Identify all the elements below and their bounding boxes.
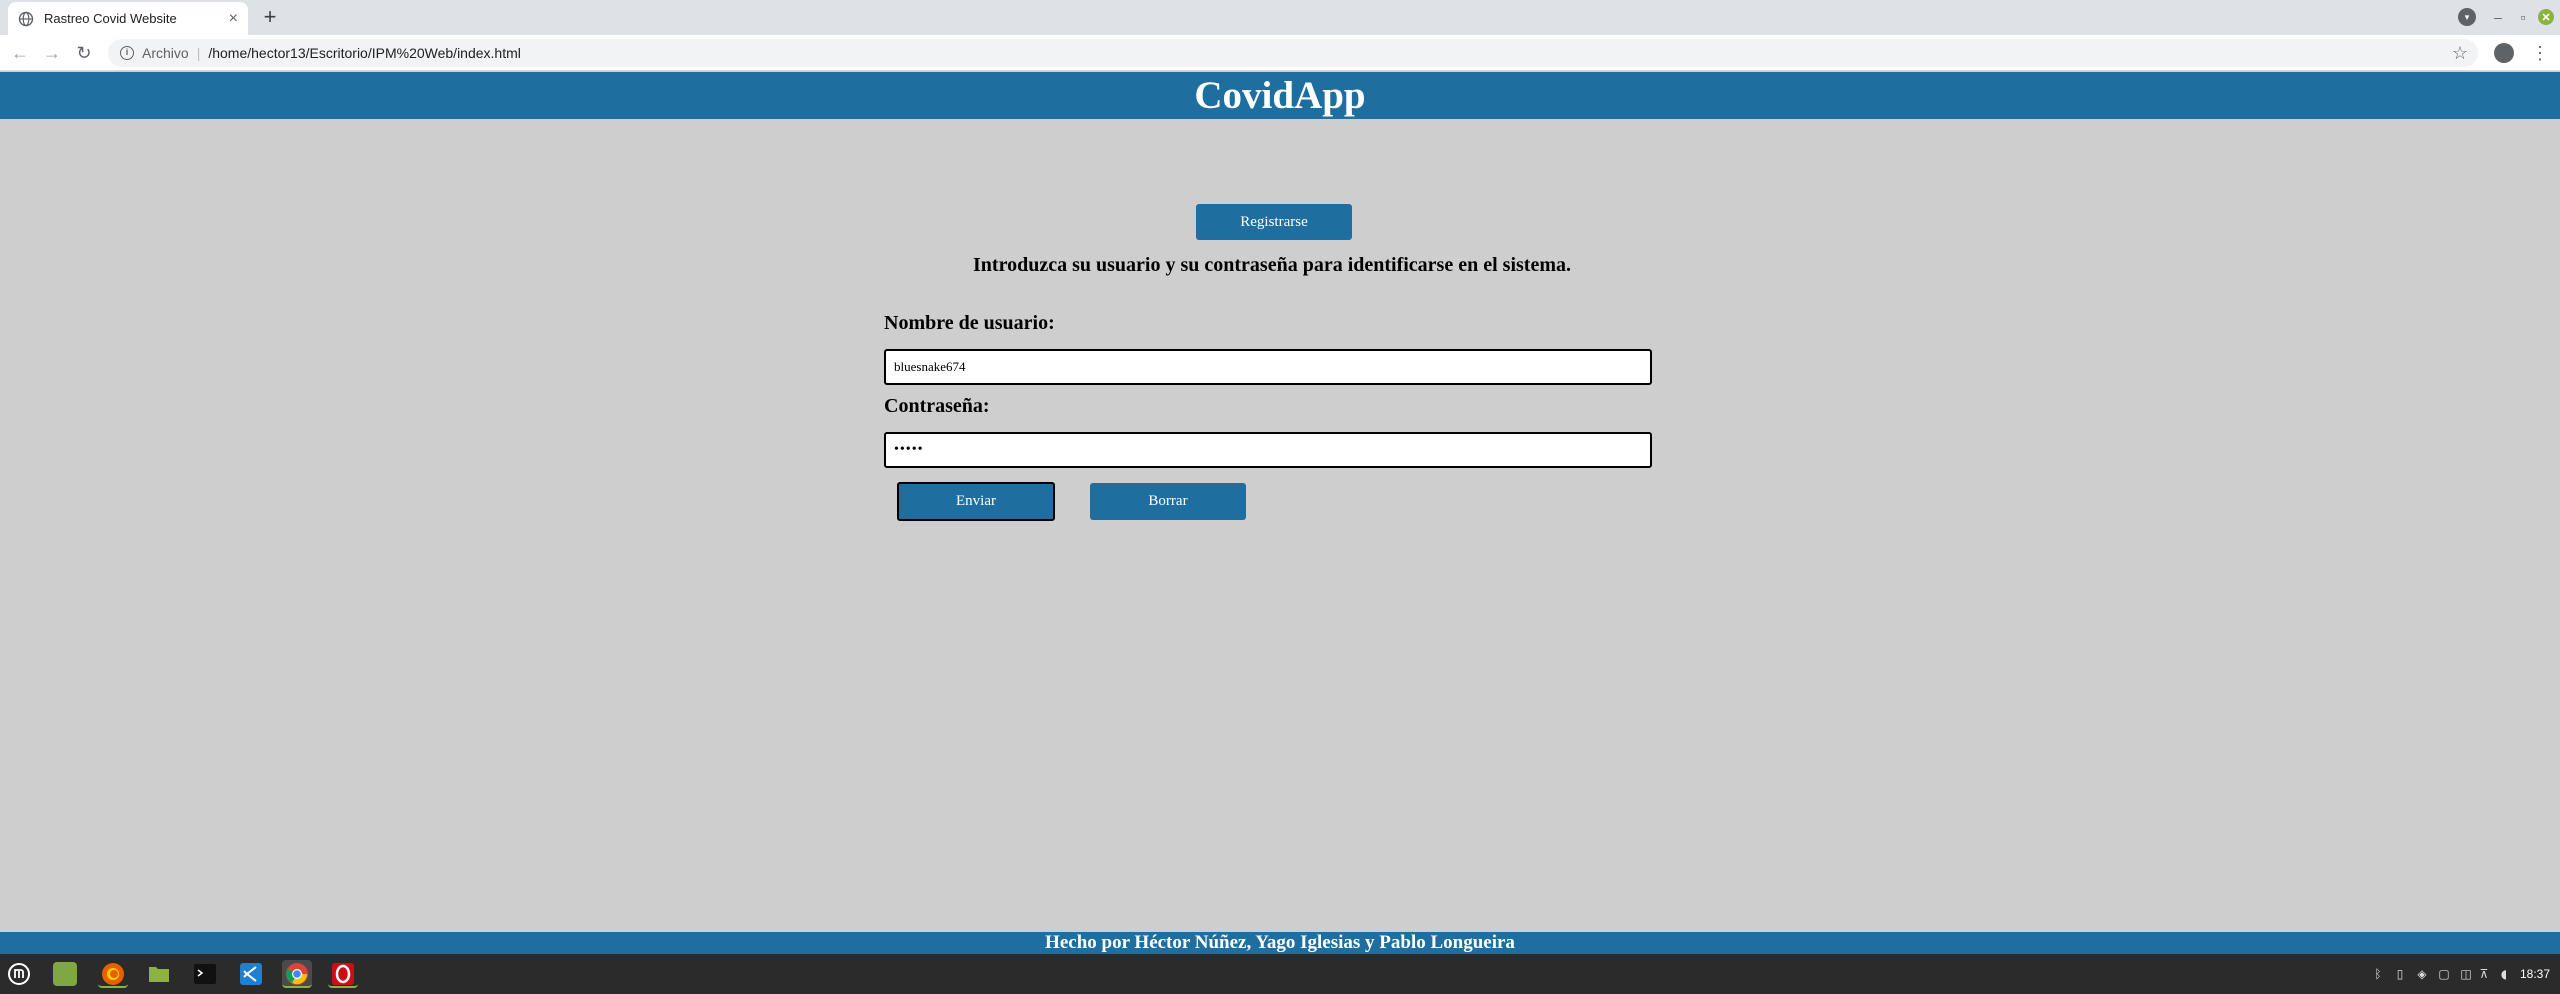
forward-arrow-icon[interactable]: → [40, 41, 64, 65]
taskbar-terminal[interactable] [190, 960, 220, 988]
tab-search-icon[interactable]: ▾ [2458, 8, 2476, 26]
maximize-button[interactable]: ▫ [2515, 8, 2531, 26]
browser-menu-icon[interactable]: ⋮ [2530, 43, 2550, 63]
new-tab-button[interactable]: + [258, 5, 282, 29]
tab-close-icon[interactable]: × [229, 10, 238, 28]
profile-avatar-icon[interactable] [2494, 43, 2514, 63]
taskbar-vscode[interactable] [236, 960, 266, 988]
address-bar[interactable]: i Archivo | /home/hector13/Escritorio/IP… [108, 39, 2478, 67]
login-instructions: Introduzca su usuario y su contraseña pa… [973, 254, 1571, 276]
start-menu-button[interactable] [4, 960, 34, 988]
firefox-icon [102, 963, 124, 985]
page-footer: Hecho por Héctor Núñez, Yago Iglesias y … [0, 932, 2560, 954]
files-icon [149, 967, 169, 982]
show-desktop-button[interactable] [50, 960, 80, 988]
volume-icon[interactable]: ◖ [2496, 966, 2512, 982]
bluetooth-icon[interactable]: ᛒ [2370, 966, 2386, 982]
send-button[interactable]: Enviar [897, 482, 1055, 521]
shield-icon[interactable]: ◈ [2414, 966, 2430, 982]
brand-title: CovidApp [1194, 74, 1366, 117]
page-header: CovidApp [0, 72, 2560, 119]
taskbar-chrome[interactable] [282, 960, 312, 988]
clear-button[interactable]: Borrar [1090, 483, 1246, 520]
taskbar-firefox[interactable] [98, 960, 128, 988]
taskbar-opera[interactable] [328, 960, 358, 988]
reload-icon[interactable]: ↻ [72, 41, 96, 65]
site-info-icon[interactable]: i [120, 46, 134, 60]
tab-title: Rastreo Covid Website [44, 11, 177, 26]
opera-icon [332, 963, 354, 985]
battery-icon[interactable]: ▢ [2436, 966, 2452, 982]
password-input[interactable]: ••••• [884, 432, 1652, 468]
username-input[interactable]: bluesnake674 [884, 349, 1652, 385]
address-separator: | [196, 45, 201, 61]
terminal-icon [194, 964, 216, 984]
clock[interactable]: 18:37 [2520, 966, 2550, 982]
username-label: Nombre de usuario: [884, 312, 1055, 334]
minimize-button[interactable]: – [2490, 8, 2506, 26]
network-icon[interactable]: ⊼ [2476, 966, 2492, 982]
address-scheme: Archivo [142, 45, 189, 61]
browser-tab-strip: Rastreo Covid Website × + ▾ – ▫ [0, 0, 2560, 35]
password-label: Contraseña: [884, 395, 990, 417]
browser-tab[interactable]: Rastreo Covid Website × [8, 2, 248, 35]
os-taskbar: ᛒ ▯ ◈ ▢ ◫ ⊼ ◖ 18:37 [0, 954, 2560, 994]
globe-icon [18, 11, 34, 26]
address-url: /home/hector13/Escritorio/IPM%20Web/inde… [208, 45, 521, 61]
show-desktop-icon [53, 962, 77, 986]
chrome-icon [286, 963, 308, 985]
bookmark-star-icon[interactable]: ☆ [2452, 43, 2468, 63]
update-icon[interactable]: ◫ [2458, 966, 2474, 982]
clipboard-icon[interactable]: ▯ [2392, 966, 2408, 982]
menu-icon [8, 963, 30, 985]
back-arrow-icon[interactable]: ← [8, 41, 32, 65]
register-button[interactable]: Registrarse [1196, 204, 1352, 240]
vscode-icon [240, 963, 262, 985]
close-window-button[interactable] [2537, 8, 2555, 26]
browser-toolbar: ← → ↻ i Archivo | /home/hector13/Escrito… [0, 35, 2560, 71]
taskbar-files[interactable] [144, 960, 174, 988]
